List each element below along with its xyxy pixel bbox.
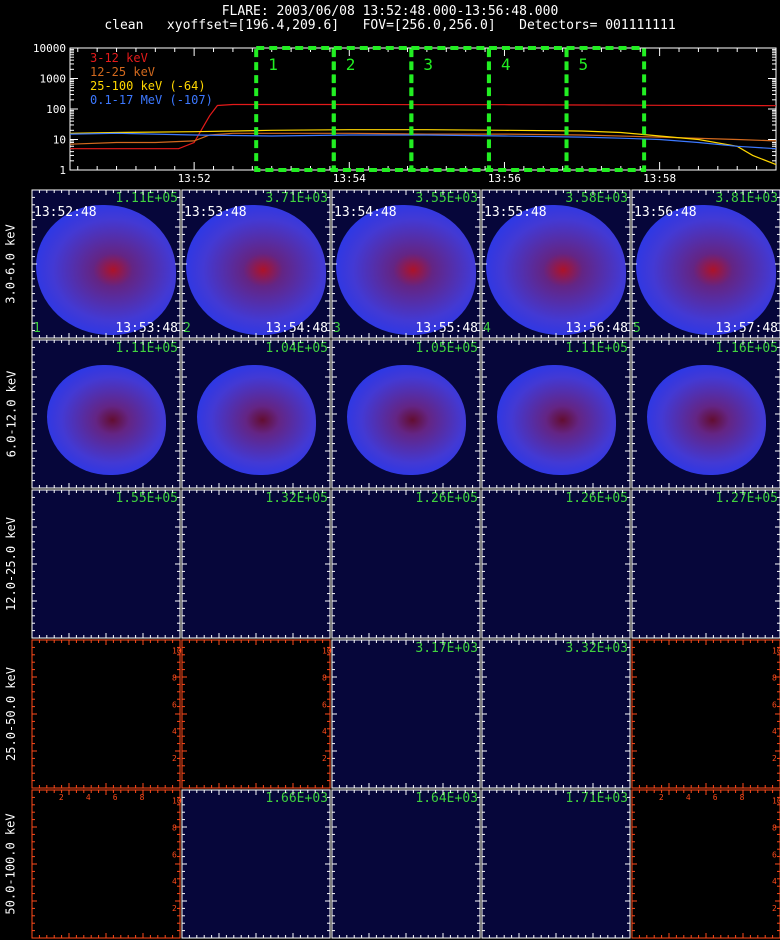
sun-disk — [486, 205, 626, 335]
image-parameters: clean xyoffset=[196.4,209.6] FOV=[256.0,… — [104, 18, 676, 33]
sun-disk — [496, 364, 616, 476]
end-time-label: 13:57:48 — [715, 321, 778, 336]
interval-index-label: 3 — [333, 321, 341, 336]
peak-value-label: 1.11E+05 — [115, 191, 178, 206]
sun-disk — [346, 364, 466, 476]
peak-value-label: 1.11E+05 — [565, 341, 628, 356]
sun-disk — [46, 364, 166, 476]
peak-value-label: 3.71E+03 — [265, 191, 328, 206]
image-panel: 1.11E+05 — [482, 340, 630, 488]
image-panel: 3.58E+03 13:55:48 13:56:48 4 — [482, 190, 630, 338]
interval-label: 2 — [346, 55, 356, 74]
image-panel: 1.11E+05 — [32, 340, 180, 488]
image-panel: 3.17E+03 — [332, 640, 480, 788]
start-time-label: 13:54:48 — [334, 205, 397, 220]
peak-value-label: 3.58E+03 — [565, 191, 628, 206]
peak-value-label: 1.16E+05 — [715, 341, 778, 356]
image-panel: 1.11E+05 13:52:48 13:53:48 1 — [32, 190, 180, 338]
interval-index-label: 4 — [483, 321, 491, 336]
lightcurve-plot: 1 10 100 1000 10000 13:52 13:54 13:56 13:58 3-12 … — [33, 42, 777, 185]
y-tick-label: 10000 — [33, 42, 66, 55]
energy-band-label: 50.0-100.0 keV — [4, 813, 18, 915]
interval-label: 1 — [268, 55, 278, 74]
image-panel: 1.16E+05 — [632, 340, 780, 488]
interval-label: 5 — [579, 55, 589, 74]
y-tick-label: 1 — [59, 164, 66, 177]
flare-title: FLARE: 2003/06/08 13:52:48.000-13:56:48.… — [221, 4, 559, 19]
image-panel — [632, 640, 780, 788]
peak-value-label: 3.32E+03 — [565, 641, 628, 656]
peak-value-label: 1.26E+05 — [415, 491, 478, 506]
x-tick-label: 13:58 — [643, 172, 676, 185]
sun-disk — [646, 364, 766, 476]
sun-disk — [636, 205, 776, 335]
image-panel: 1.71E+03 — [482, 790, 630, 938]
energy-band-label: 12.0-25.0 keV — [4, 517, 19, 611]
peak-value-label: 1.26E+05 — [565, 491, 628, 506]
sun-disk — [196, 364, 316, 476]
image-panel: 1.27E+05 — [632, 490, 780, 638]
start-time-label: 13:52:48 — [34, 205, 97, 220]
image-panel: 1.26E+05 — [332, 490, 480, 638]
sun-disk — [36, 205, 176, 335]
end-time-label: 13:54:48 — [265, 321, 328, 336]
image-panel — [32, 790, 180, 938]
image-panel: 3.32E+03 — [482, 640, 630, 788]
legend-entry: 25-100 keV (-64) — [90, 79, 206, 93]
interval-label: 3 — [423, 55, 433, 74]
legend-entry: 12-25 keV — [90, 65, 155, 79]
image-panel: 1.55E+05 — [32, 490, 180, 638]
y-tick-label: 10 — [53, 134, 66, 147]
series-line — [69, 132, 777, 150]
energy-band-label: 3.0-6.0 keV — [4, 224, 19, 304]
peak-value-label: 1.32E+05 — [265, 491, 328, 506]
image-panel — [32, 640, 180, 788]
legend-entry: 0.1-17 MeV (-107) — [90, 93, 213, 107]
peak-value-label: 1.55E+05 — [115, 491, 178, 506]
end-time-label: 13:55:48 — [415, 321, 478, 336]
start-time-label: 13:55:48 — [484, 205, 547, 220]
peak-value-label: 3.81E+03 — [715, 191, 778, 206]
y-tick-label: 1000 — [40, 73, 67, 86]
sun-disk — [186, 205, 326, 335]
image-panel: 1.64E+03 — [332, 790, 480, 938]
x-tick-label: 13:56 — [488, 172, 521, 185]
end-time-label: 13:53:48 — [115, 321, 178, 336]
start-time-label: 13:53:48 — [184, 205, 247, 220]
image-panel: 1.66E+03 — [182, 790, 330, 938]
image-panel — [632, 790, 780, 938]
peak-value-label: 1.05E+05 — [415, 341, 478, 356]
image-panel: 1.05E+05 — [332, 340, 480, 488]
image-panel: 1.04E+05 — [182, 340, 330, 488]
peak-value-label: 3.55E+03 — [415, 191, 478, 206]
sun-disk — [336, 205, 476, 335]
start-time-label: 13:56:48 — [634, 205, 697, 220]
end-time-label: 13:56:48 — [565, 321, 628, 336]
energy-band-label: 25.0-50.0 keV — [4, 667, 19, 761]
image-panel: 3.81E+03 13:56:48 13:57:48 5 — [632, 190, 780, 338]
peak-value-label: 3.17E+03 — [415, 641, 478, 656]
peak-value-label: 1.27E+05 — [715, 491, 778, 506]
interval-index-label: 1 — [33, 321, 41, 336]
image-panel: 1.26E+05 — [482, 490, 630, 638]
interval-index-label: 2 — [183, 321, 191, 336]
interval-label: 4 — [501, 55, 511, 74]
y-tick-label: 100 — [46, 103, 66, 116]
image-panel: 3.55E+03 13:54:48 13:55:48 3 — [332, 190, 480, 338]
peak-value-label: 1.64E+03 — [415, 791, 478, 806]
peak-value-label: 1.11E+05 — [115, 341, 178, 356]
peak-value-label: 1.71E+03 — [565, 791, 628, 806]
image-panel: 1.32E+05 — [182, 490, 330, 638]
peak-value-label: 1.66E+03 — [265, 791, 328, 806]
interval-index-label: 5 — [633, 321, 641, 336]
image-panel: 3.71E+03 13:53:48 13:54:48 2 — [182, 190, 330, 338]
legend-entry: 3-12 keV — [90, 51, 148, 65]
energy-band-label: 6.0-12.0 keV — [4, 370, 19, 458]
peak-value-label: 1.04E+05 — [265, 341, 328, 356]
x-tick-label: 13:54 — [333, 172, 366, 185]
x-tick-label: 13:52 — [178, 172, 211, 185]
image-panel — [182, 640, 330, 788]
